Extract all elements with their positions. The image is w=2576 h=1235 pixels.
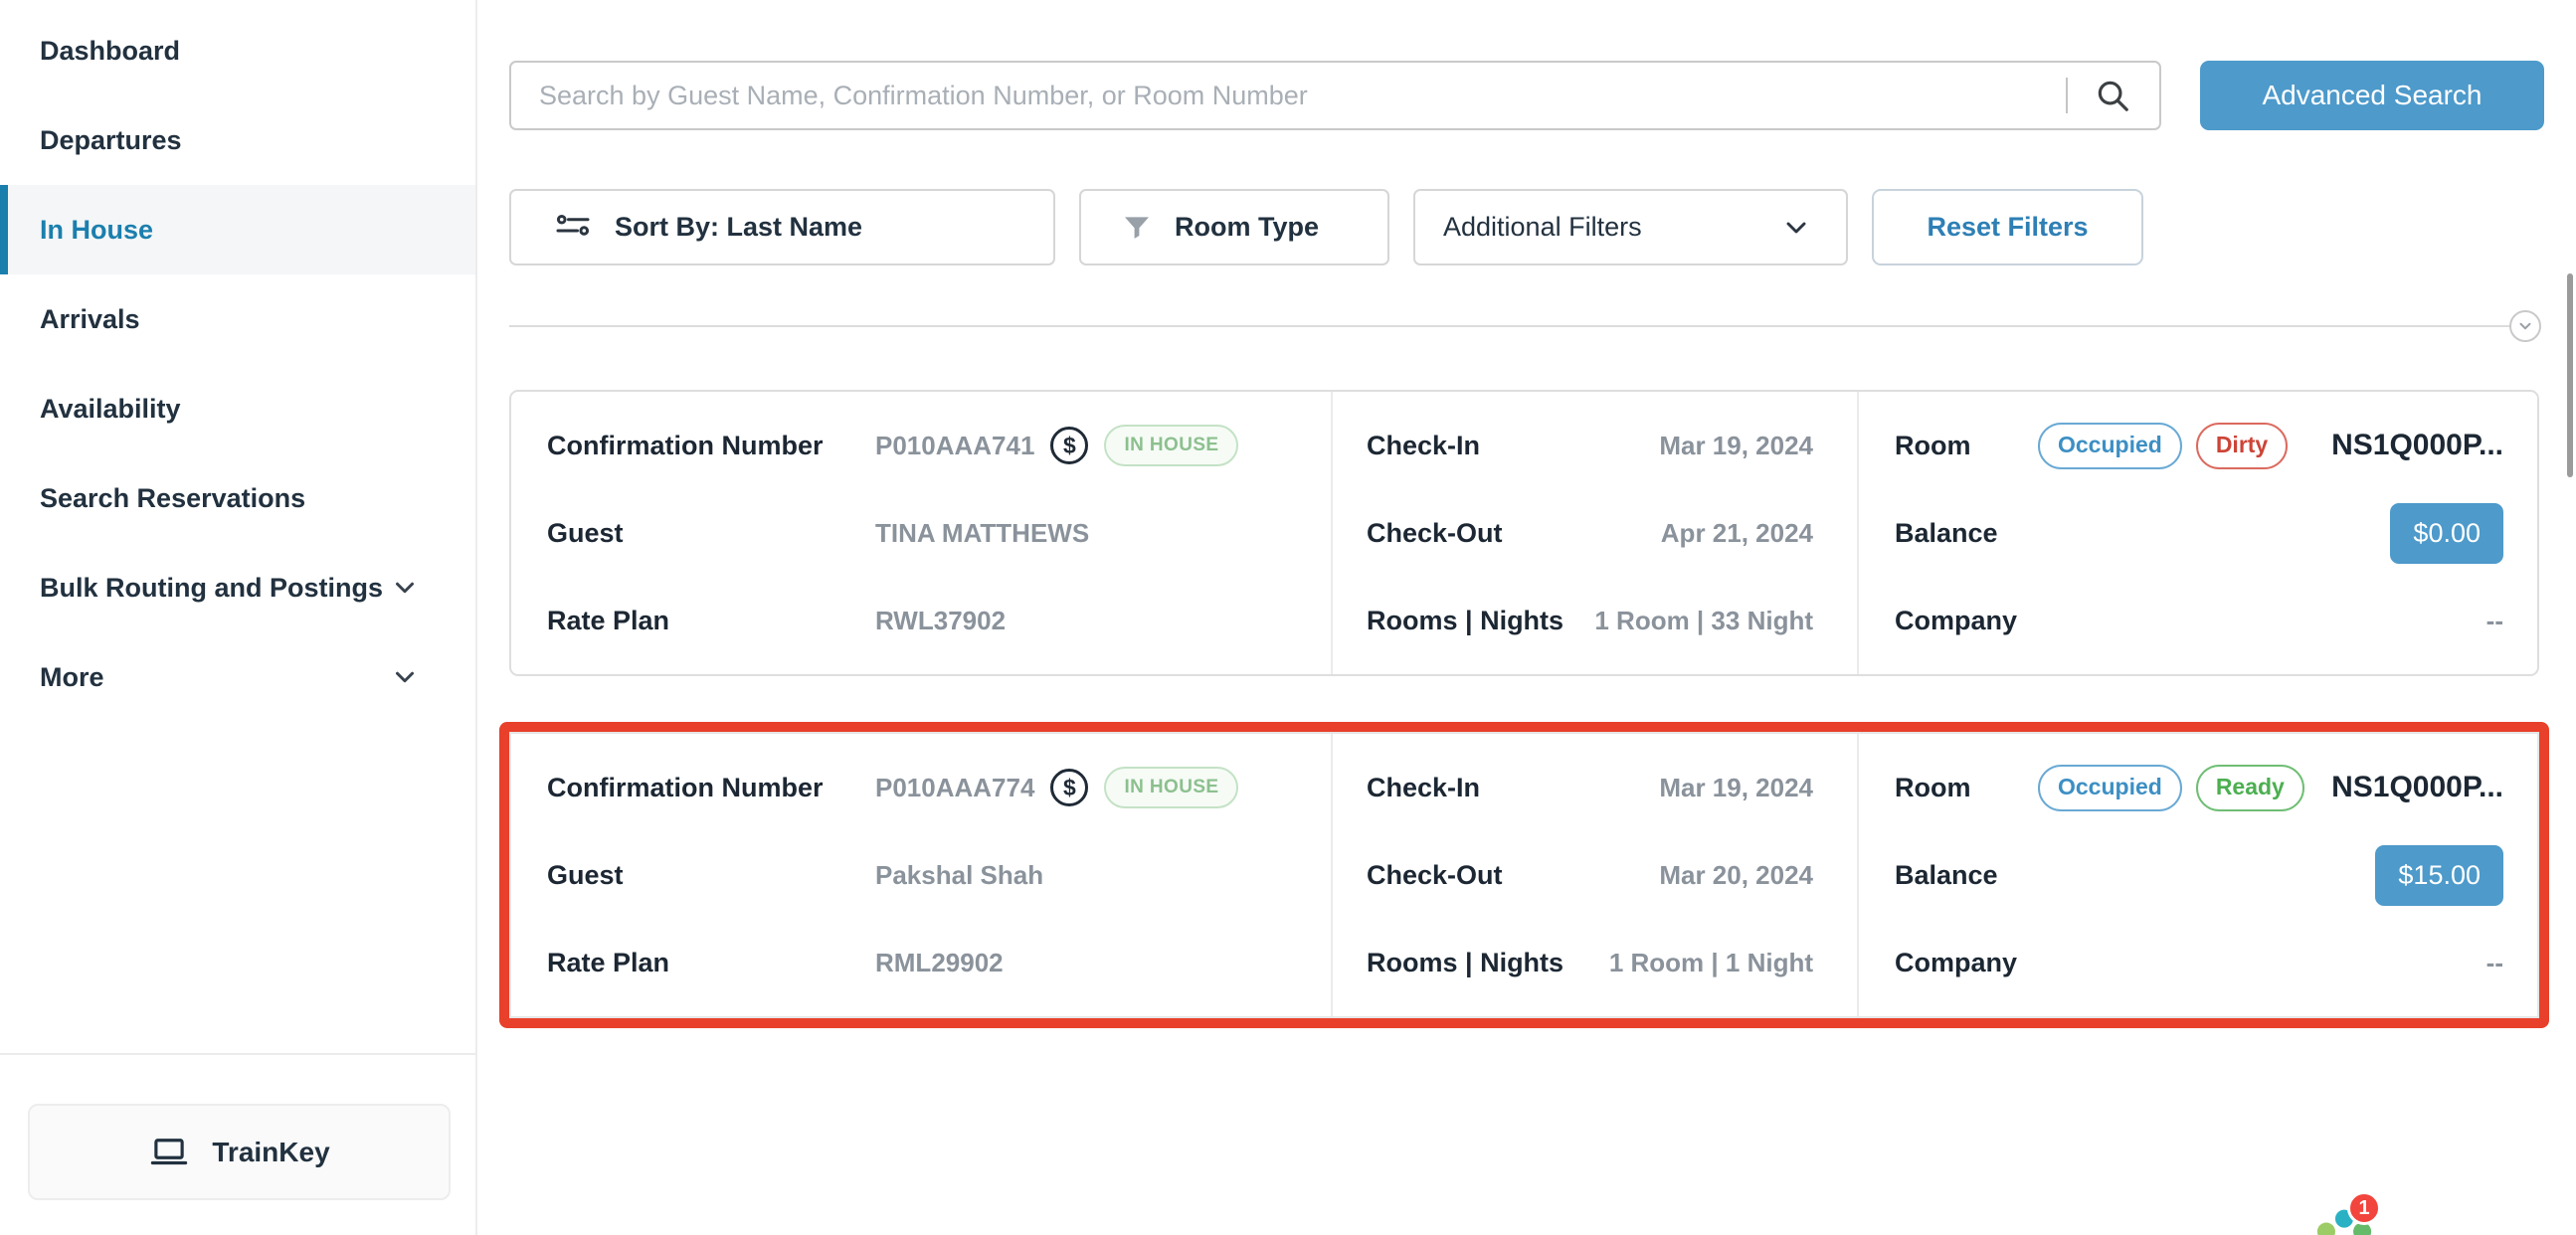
reset-filters-button[interactable]: Reset Filters	[1872, 189, 2143, 265]
sidebar-item-availability[interactable]: Availability	[0, 364, 475, 453]
search-input[interactable]	[511, 63, 2066, 128]
rooms-nights-label: Rooms | Nights	[1367, 948, 1564, 978]
balance-button[interactable]: $15.00	[2375, 845, 2503, 906]
sidebar-item-arrivals[interactable]: Arrivals	[0, 274, 475, 364]
company-value: --	[2486, 948, 2503, 978]
check-out-label: Check-Out	[1367, 860, 1503, 891]
rate-plan-value: RML29902	[875, 948, 1004, 978]
confirmation-number-value: P010AAA774	[875, 773, 1034, 803]
room-label: Room	[1895, 773, 2020, 803]
reservation-room-column: Room Occupied Dirty NS1Q000P... Balance …	[1859, 392, 2537, 674]
sidebar-item-label: Departures	[40, 125, 182, 156]
room-number-value: NS1Q000P...	[2331, 429, 2503, 462]
housekeeping-status-badge: Ready	[2196, 765, 2304, 811]
sidebar-item-bulk-routing-and-postings[interactable]: Bulk Routing and Postings	[0, 543, 475, 632]
chevron-down-icon	[390, 662, 420, 692]
sidebar-item-label: More	[40, 662, 104, 693]
reservation-identity-column: Confirmation Number P010AAA741 $ IN HOUS…	[511, 392, 1331, 674]
dollar-circle-icon[interactable]: $	[1050, 769, 1088, 806]
rooms-nights-label: Rooms | Nights	[1367, 606, 1564, 636]
check-in-label: Check-In	[1367, 431, 1480, 461]
trainkey-button[interactable]: TrainKey	[28, 1104, 451, 1200]
sort-by-label: Sort By: Last Name	[615, 212, 862, 243]
results-divider	[509, 325, 2539, 327]
confirmation-number-label: Confirmation Number	[547, 431, 875, 461]
notification-badge: 1	[2347, 1191, 2381, 1225]
room-number-value: NS1Q000P...	[2331, 771, 2503, 804]
guest-value: TINA MATTHEWS	[875, 518, 1089, 549]
in-house-status-badge: IN HOUSE	[1104, 425, 1238, 466]
room-type-button[interactable]: Room Type	[1079, 189, 1389, 265]
balance-label: Balance	[1895, 860, 2020, 891]
check-in-value: Mar 19, 2024	[1659, 431, 1813, 461]
rate-plan-label: Rate Plan	[547, 948, 875, 978]
search-icon[interactable]	[2094, 77, 2131, 114]
check-out-value: Mar 20, 2024	[1659, 860, 1813, 891]
search-bar	[509, 61, 2161, 130]
trainkey-label: TrainKey	[212, 1137, 329, 1168]
results-scrollbar[interactable]	[2567, 273, 2573, 477]
sort-icon	[555, 210, 591, 246]
reservation-dates-column: Check-In Mar 19, 2024 Check-Out Mar 20, …	[1331, 734, 1859, 1016]
rooms-nights-value: 1 Room | 33 Night	[1594, 606, 1813, 636]
room-type-label: Room Type	[1175, 212, 1319, 243]
sidebar-item-in-house[interactable]: In House	[0, 185, 475, 274]
additional-filters-dropdown[interactable]: Additional Filters	[1413, 189, 1848, 265]
sidebar-item-label: Availability	[40, 394, 181, 425]
company-label: Company	[1895, 606, 2020, 636]
check-in-value: Mar 19, 2024	[1659, 773, 1813, 803]
reservation-identity-column: Confirmation Number P010AAA774 $ IN HOUS…	[511, 734, 1331, 1016]
room-status-badge: Occupied	[2038, 423, 2182, 469]
sidebar: Dashboard Departures In House Arrivals A…	[0, 0, 477, 1235]
guest-value: Pakshal Shah	[875, 860, 1043, 891]
check-in-label: Check-In	[1367, 773, 1480, 803]
reservation-card-2[interactable]: Confirmation Number P010AAA774 $ IN HOUS…	[509, 732, 2539, 1018]
funnel-icon	[1121, 212, 1153, 244]
chevron-down-icon	[2516, 317, 2534, 335]
sidebar-item-departures[interactable]: Departures	[0, 95, 475, 185]
chevron-down-icon	[1780, 212, 1812, 244]
check-out-label: Check-Out	[1367, 518, 1503, 549]
sidebar-item-search-reservations[interactable]: Search Reservations	[0, 453, 475, 543]
rooms-nights-value: 1 Room | 1 Night	[1609, 948, 1813, 978]
selection-highlight: Confirmation Number P010AAA774 $ IN HOUS…	[499, 722, 2549, 1028]
balance-label: Balance	[1895, 518, 2020, 549]
rate-plan-label: Rate Plan	[547, 606, 875, 636]
room-status-badge: Occupied	[2038, 765, 2182, 811]
sidebar-item-label: Bulk Routing and Postings	[40, 573, 383, 604]
advanced-search-button[interactable]: Advanced Search	[2200, 61, 2544, 130]
reservation-card-1[interactable]: Confirmation Number P010AAA741 $ IN HOUS…	[509, 390, 2539, 676]
sidebar-item-more[interactable]: More	[0, 632, 475, 722]
search-divider	[2066, 78, 2068, 113]
sort-by-button[interactable]: Sort By: Last Name	[509, 189, 1055, 265]
additional-filters-label: Additional Filters	[1443, 212, 1642, 243]
chevron-down-icon	[390, 573, 420, 603]
laptop-icon	[148, 1132, 190, 1173]
guest-label: Guest	[547, 860, 875, 891]
confirmation-number-label: Confirmation Number	[547, 773, 875, 803]
balance-button[interactable]: $0.00	[2390, 503, 2503, 564]
sidebar-item-label: Arrivals	[40, 304, 140, 335]
guest-label: Guest	[547, 518, 875, 549]
company-label: Company	[1895, 948, 2020, 978]
housekeeping-status-badge: Dirty	[2196, 423, 2288, 469]
confirmation-number-value: P010AAA741	[875, 431, 1034, 461]
sidebar-item-label: Dashboard	[40, 36, 180, 67]
dollar-circle-icon[interactable]: $	[1050, 427, 1088, 464]
room-label: Room	[1895, 431, 2020, 461]
sidebar-item-label: Search Reservations	[40, 483, 305, 514]
collapse-chevron-button[interactable]	[2509, 310, 2541, 342]
reservation-room-column: Room Occupied Ready NS1Q000P... Balance …	[1859, 734, 2537, 1016]
company-value: --	[2486, 606, 2503, 636]
sidebar-item-dashboard[interactable]: Dashboard	[0, 6, 475, 95]
rate-plan-value: RWL37902	[875, 606, 1006, 636]
check-out-value: Apr 21, 2024	[1661, 518, 1813, 549]
reservation-dates-column: Check-In Mar 19, 2024 Check-Out Apr 21, …	[1331, 392, 1859, 674]
in-house-status-badge: IN HOUSE	[1104, 767, 1238, 808]
sidebar-footer-divider	[0, 1053, 477, 1055]
reset-filters-label: Reset Filters	[1927, 212, 2088, 243]
sidebar-item-label: In House	[40, 215, 153, 246]
